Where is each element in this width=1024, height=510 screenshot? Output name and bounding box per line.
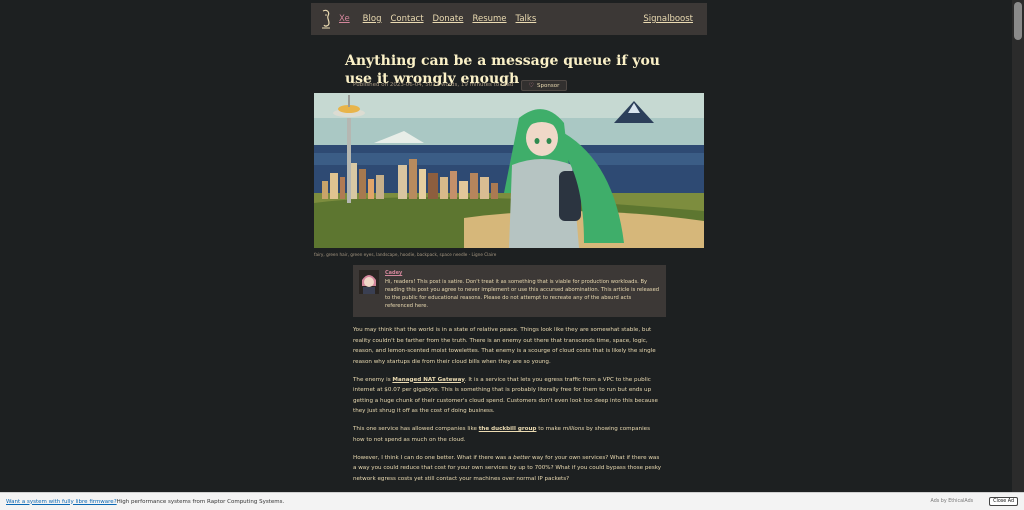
- xe-logo-icon[interactable]: [319, 8, 333, 30]
- sponsor-label: Sponsor: [537, 82, 560, 89]
- p4-emphasis: better: [513, 454, 531, 461]
- close-ad-button[interactable]: Close Ad: [989, 497, 1018, 506]
- nav-link-blog[interactable]: Blog: [363, 14, 382, 24]
- ad-byline[interactable]: Ads by EthicalAds: [931, 499, 974, 504]
- nav-link-contact[interactable]: Contact: [390, 14, 423, 24]
- p3-text-mid: to make: [536, 426, 563, 432]
- hero-image: [314, 93, 704, 248]
- p2-text-before: The enemy is: [353, 376, 393, 383]
- nav-brand-link[interactable]: Xe: [339, 14, 350, 24]
- ad-link[interactable]: Want a system with fully libre firmware?: [6, 499, 117, 505]
- callout-message: Hi, readers! This post is satire. Don't …: [385, 279, 660, 309]
- nav-link-signalboost[interactable]: Signalboost: [643, 14, 693, 24]
- p4-text-before: However, I think I can do one better. Wh…: [353, 454, 514, 461]
- nav-link-resume[interactable]: Resume: [472, 14, 506, 24]
- duckbill-group-link[interactable]: the duckbill group: [479, 426, 537, 432]
- image-caption: fairy, green hair, green eyes, landscape…: [314, 252, 497, 257]
- nav-link-donate[interactable]: Donate: [433, 14, 464, 24]
- p3-emphasis: millions: [562, 426, 585, 432]
- nav-link-talks[interactable]: Talks: [516, 14, 537, 24]
- ad-bar: Want a system with fully libre firmware?…: [0, 492, 1024, 510]
- callout-content: Cadey Hi, readers! This post is satire. …: [385, 270, 660, 312]
- article-body: You may think that the world is in a sta…: [353, 325, 663, 492]
- paragraph-1: You may think that the world is in a sta…: [353, 327, 656, 365]
- top-nav: Xe Blog Contact Donate Resume Talks Sign…: [311, 3, 707, 35]
- paragraph-2: The enemy is Managed NAT Gateway. It is …: [353, 375, 663, 417]
- sponsor-button[interactable]: ♡ Sponsor: [521, 80, 567, 91]
- page: Xe Blog Contact Donate Resume Talks Sign…: [0, 0, 1012, 492]
- paragraph-3: This one service has allowed companies l…: [353, 424, 663, 445]
- p3-text-before: This one service has allowed companies l…: [353, 426, 479, 432]
- cadey-avatar-icon: [359, 270, 379, 294]
- paragraph-4: However, I think I can do one better. Wh…: [353, 453, 663, 485]
- page-scrollbar[interactable]: [1012, 0, 1024, 492]
- article-meta: Published on 2023-06-04, 5077 words, 19 …: [353, 82, 514, 88]
- heart-icon: ♡: [528, 82, 535, 89]
- character-callout: Cadey Hi, readers! This post is satire. …: [353, 265, 666, 317]
- managed-nat-gateway-link[interactable]: Managed NAT Gateway: [392, 377, 464, 383]
- callout-author[interactable]: Cadey: [385, 270, 660, 276]
- scrollbar-thumb[interactable]: [1014, 2, 1022, 40]
- ad-text: High performance systems from Raptor Com…: [116, 498, 285, 505]
